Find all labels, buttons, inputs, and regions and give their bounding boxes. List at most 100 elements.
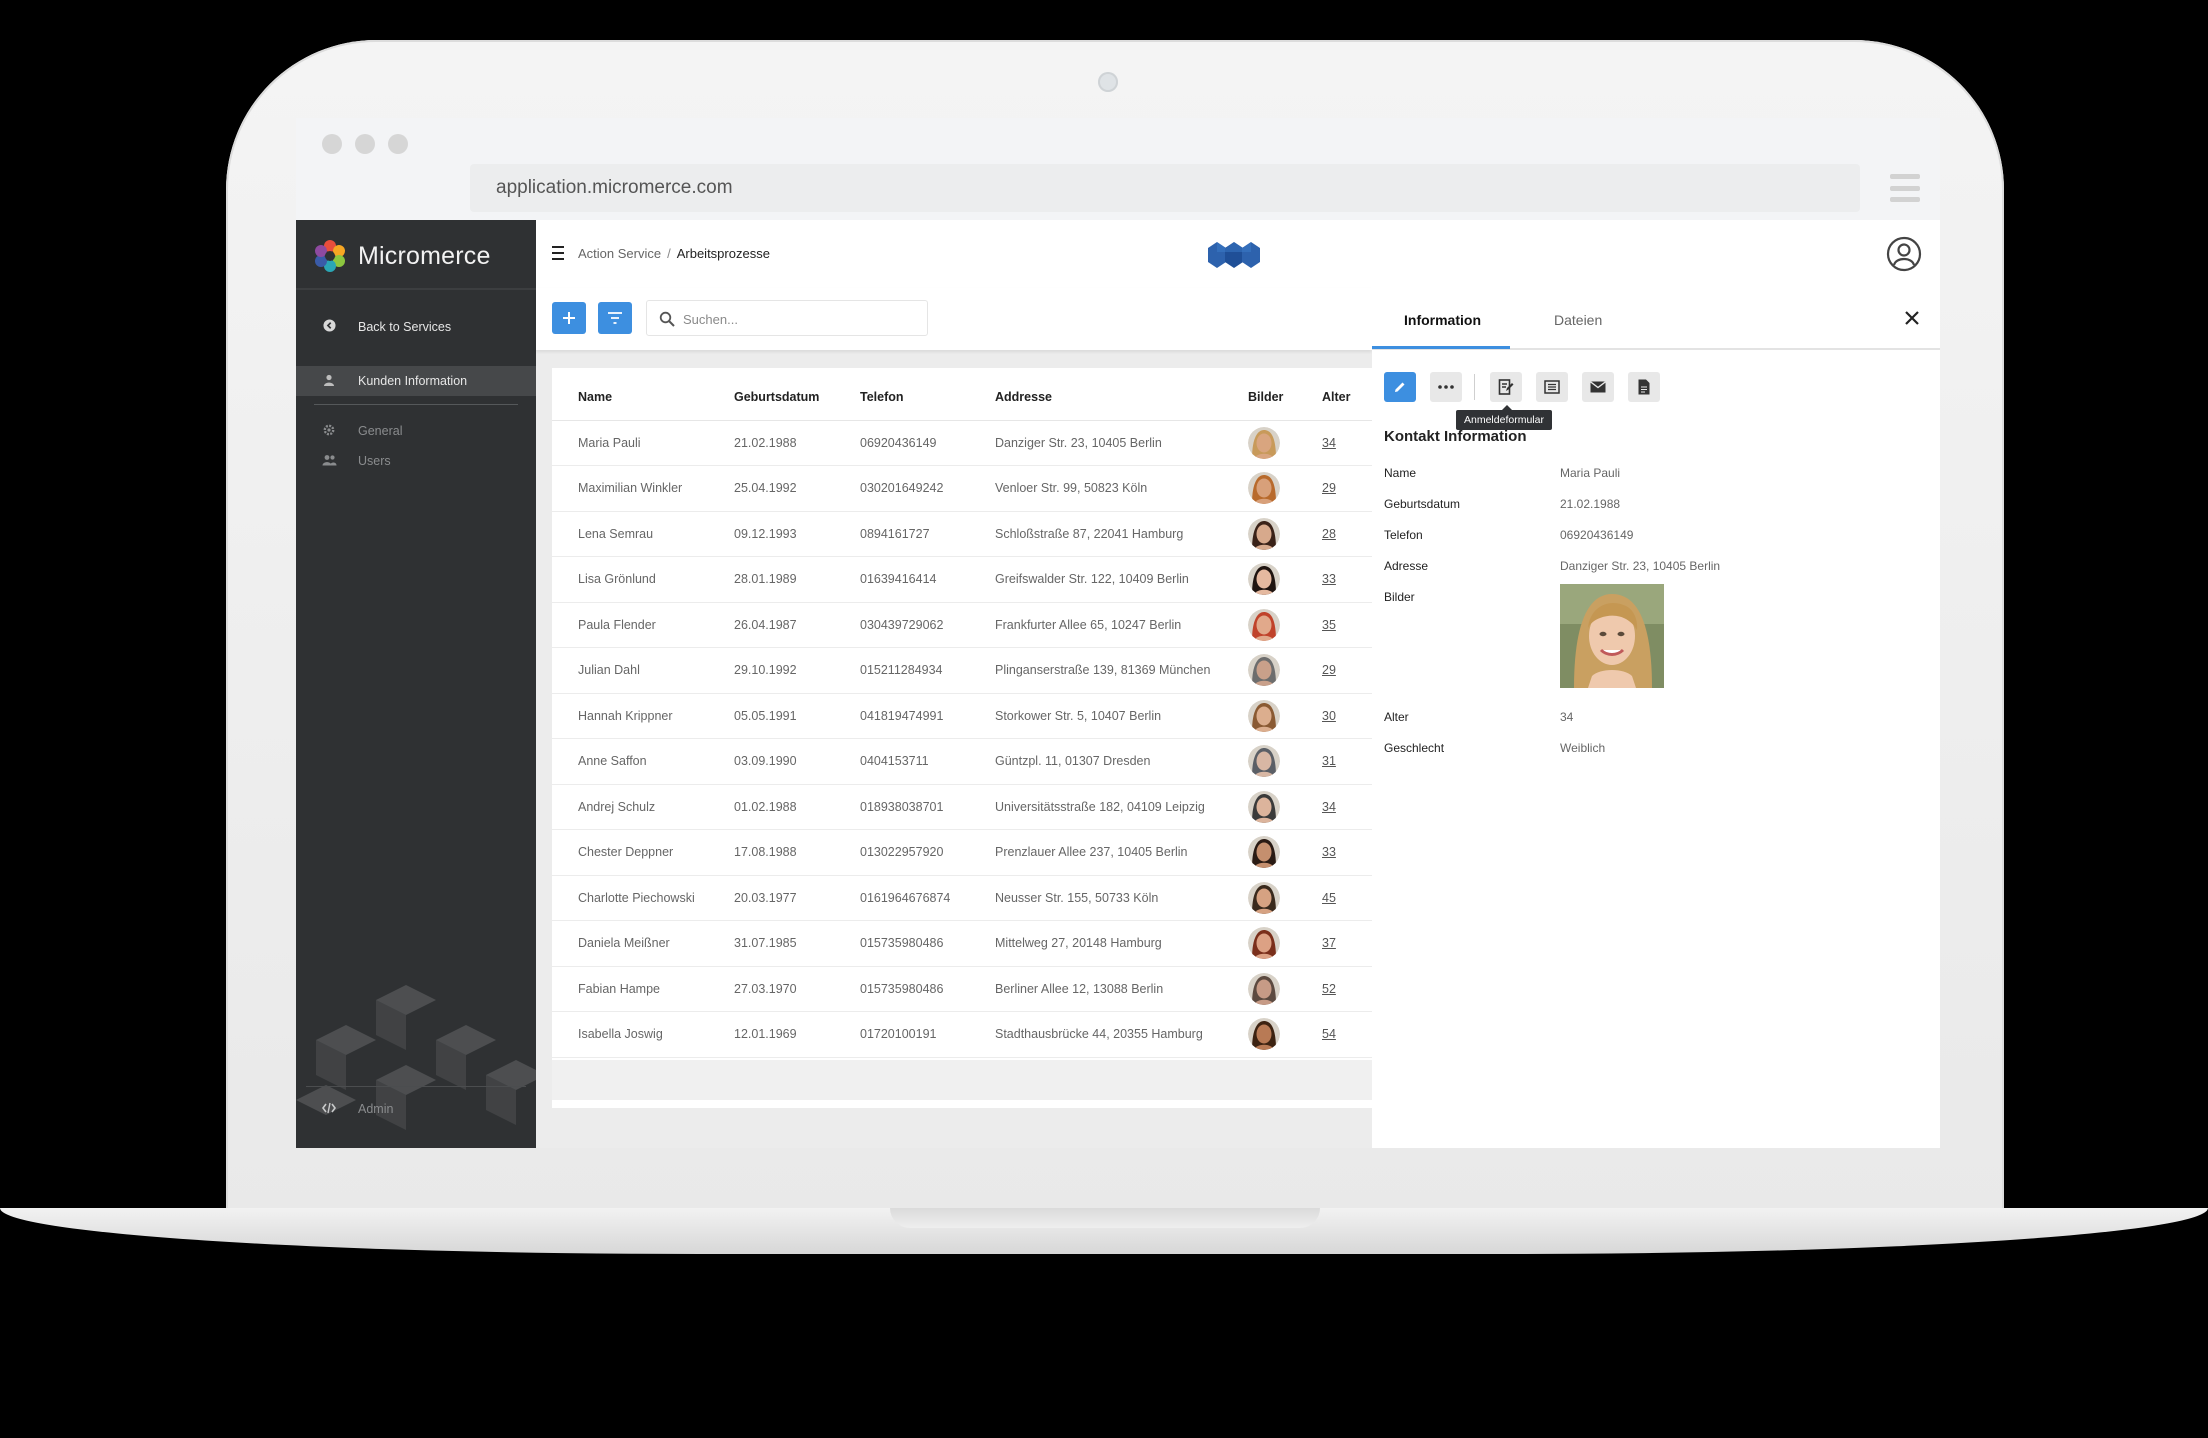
sidebar-item-label: Kunden Information — [358, 374, 468, 388]
cell-geburtsdatum: 27.03.1970 — [734, 966, 860, 1012]
window-minimize-dot[interactable] — [355, 134, 375, 154]
table-footer-area — [552, 1060, 1372, 1100]
cell-alter-link[interactable]: 37 — [1322, 920, 1372, 967]
avatar[interactable] — [1248, 745, 1280, 778]
cell-alter-link[interactable]: 52 — [1322, 966, 1372, 1012]
cell-name: Daniela Meißner — [578, 920, 734, 967]
cell-telefon: 015211284934 — [860, 647, 995, 694]
address-bar[interactable]: application.micromerce.com — [470, 164, 1860, 212]
avatar[interactable] — [1248, 1018, 1280, 1051]
window-close-dot[interactable] — [322, 134, 342, 154]
cell-alter-link[interactable]: 29 — [1322, 647, 1372, 694]
brand[interactable]: Micromerce — [312, 238, 491, 274]
filter-button[interactable] — [598, 302, 632, 334]
screenshot-stage: application.micromerce.com Micromerce Ba… — [0, 0, 2208, 1438]
cell-addresse: Berliner Allee 12, 13088 Berlin — [995, 966, 1248, 1012]
cell-telefon: 030439729062 — [860, 602, 995, 648]
table-row[interactable]: Hannah Krippner 05.05.1991 041819474991 Sto… — [552, 693, 1372, 739]
cell-addresse: Plinganserstraße 139, 81369 München — [995, 647, 1248, 694]
column-header-addresse[interactable]: Addresse — [995, 368, 1248, 421]
cell-telefon: 041819474991 — [860, 693, 995, 739]
field-value-name: Maria Pauli — [1560, 466, 1621, 480]
tab-dateien[interactable]: Dateien — [1554, 312, 1602, 328]
cell-alter-link[interactable]: 45 — [1322, 875, 1372, 921]
table-row[interactable]: Lena Semrau 09.12.1993 0894161727 Schloßstr… — [552, 511, 1372, 557]
detail-tabs: Information Dateien — [1372, 288, 1940, 350]
avatar[interactable] — [1248, 517, 1280, 550]
avatar[interactable] — [1248, 972, 1280, 1005]
table-row[interactable]: Charlotte Piechowski 20.03.1977 0161964676… — [552, 875, 1372, 921]
cell-telefon: 0404153711 — [860, 738, 995, 785]
cell-alter-link[interactable]: 30 — [1322, 693, 1372, 739]
chevron-left-circle-icon — [320, 319, 338, 335]
table-row[interactable]: Andrej Schulz 01.02.1988 018938038701 Unive… — [552, 784, 1372, 830]
avatar[interactable] — [1248, 472, 1280, 505]
avatar[interactable] — [1248, 881, 1280, 914]
window-maximize-dot[interactable] — [388, 134, 408, 154]
form-button[interactable] — [1490, 372, 1522, 402]
top-bar: Action Service / Arbeitsprozesse — [536, 220, 1940, 288]
table-row[interactable]: Chester Deppner 17.08.1988 013022957920 Pre… — [552, 829, 1372, 876]
active-tab-indicator — [1372, 346, 1510, 349]
avatar[interactable] — [1248, 927, 1280, 960]
cell-alter-link[interactable]: 29 — [1322, 465, 1372, 512]
document-button[interactable] — [1628, 372, 1660, 402]
edit-button[interactable] — [1384, 372, 1416, 402]
more-options-button[interactable] — [1430, 372, 1462, 402]
column-header-telefon[interactable]: Telefon — [860, 368, 995, 421]
user-account-icon[interactable] — [1886, 236, 1922, 272]
cell-geburtsdatum: 01.02.1988 — [734, 784, 860, 830]
cell-alter-link[interactable]: 31 — [1322, 738, 1372, 785]
avatar[interactable] — [1248, 563, 1280, 596]
table-row[interactable]: Daniela Meißner 31.07.1985 015735980486 Mit… — [552, 920, 1372, 967]
avatar[interactable] — [1248, 790, 1280, 823]
sidebar-item-kunden-information[interactable]: Kunden Information — [296, 366, 536, 396]
table-row[interactable]: Anne Saffon 03.09.1990 0404153711 Güntzpl. … — [552, 738, 1372, 785]
table-row[interactable]: Maximilian Winkler 25.04.1992 030201649242… — [552, 465, 1372, 512]
add-button[interactable] — [552, 302, 586, 334]
cell-addresse: Prenzlauer Allee 237, 10405 Berlin — [995, 829, 1248, 876]
tab-information[interactable]: Information — [1404, 312, 1481, 328]
cell-alter-link[interactable]: 34 — [1322, 784, 1372, 830]
table-row[interactable]: Paula Flender 26.04.1987 030439729062 Frank… — [552, 602, 1372, 648]
cell-alter-link[interactable]: 34 — [1322, 420, 1372, 466]
filter-icon — [608, 312, 622, 324]
cell-alter-link[interactable]: 33 — [1322, 829, 1372, 876]
cell-alter-link[interactable]: 28 — [1322, 511, 1372, 557]
breadcrumb-parent[interactable]: Action Service — [578, 246, 661, 261]
sidebar-item-admin[interactable]: Admin — [296, 1094, 536, 1124]
avatar[interactable] — [1248, 699, 1280, 732]
avatar[interactable] — [1248, 426, 1280, 459]
avatar[interactable] — [1248, 836, 1280, 869]
table-row[interactable]: Julian Dahl 29.10.1992 015211284934 Plingan… — [552, 647, 1372, 694]
cell-alter-link[interactable]: 33 — [1322, 556, 1372, 603]
cell-addresse: Mittelweg 27, 20148 Hamburg — [995, 920, 1248, 967]
list-toolbar — [536, 288, 1372, 350]
cell-alter-link[interactable]: 54 — [1322, 1011, 1372, 1058]
table-view-button[interactable] — [1536, 372, 1568, 402]
table-row[interactable]: Lisa Grönlund 28.01.1989 01639416414 Greifs… — [552, 556, 1372, 603]
column-header-name[interactable]: Name — [578, 368, 734, 421]
column-header-geburtsdatum[interactable]: Geburtsdatum — [734, 368, 860, 421]
table-row[interactable]: Maria Pauli 21.02.1988 06920436149 Danziger… — [552, 420, 1372, 466]
column-header-bilder[interactable]: Bilder — [1248, 368, 1322, 421]
laptop-notch — [890, 1208, 1320, 1228]
admin-label: Admin — [358, 1102, 394, 1116]
field-label-adresse: Adresse — [1384, 559, 1429, 573]
avatar[interactable] — [1248, 608, 1280, 641]
browser-menu-icon[interactable] — [1890, 174, 1920, 202]
hamburger-menu-icon[interactable] — [552, 246, 564, 260]
table-row[interactable]: Isabella Joswig 12.01.1969 01720100191 Stad… — [552, 1011, 1372, 1058]
back-to-services-link[interactable]: Back to Services — [296, 312, 536, 342]
avatar[interactable] — [1248, 654, 1280, 687]
email-button[interactable] — [1582, 372, 1614, 402]
column-header-alter[interactable]: Alter — [1322, 368, 1372, 421]
table-row[interactable]: Fabian Hampe 27.03.1970 015735980486 Berlin… — [552, 966, 1372, 1012]
search-input[interactable] — [683, 309, 913, 329]
sidebar-item-general[interactable]: General — [296, 416, 536, 446]
micromerce-m-logo-icon[interactable] — [1208, 242, 1260, 268]
cell-addresse: Universitätsstraße 182, 04109 Leipzig — [995, 784, 1248, 830]
sidebar-item-users[interactable]: Users — [296, 446, 536, 476]
cell-alter-link[interactable]: 35 — [1322, 602, 1372, 648]
close-icon[interactable] — [1902, 308, 1922, 328]
